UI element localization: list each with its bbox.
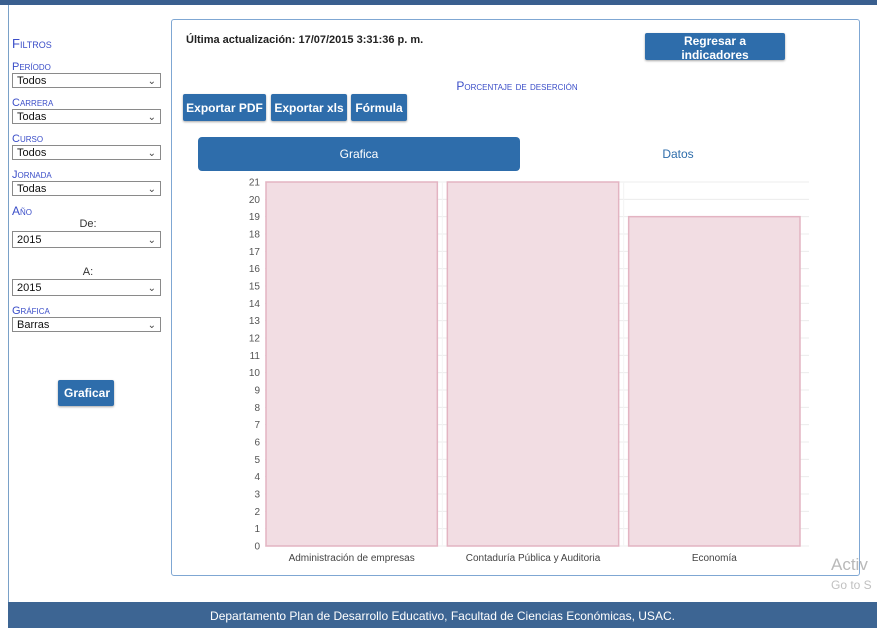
y-tick-label: 5 xyxy=(254,455,260,466)
x-tick-label: Contaduría Pública y Auditoria xyxy=(466,553,601,564)
filters-sidebar: Filtros Período Todos ⌄ Carrera Todas ⌄ … xyxy=(12,36,164,336)
anio-from-label: De: xyxy=(79,218,97,230)
anio-to-select[interactable]: 2015 ⌄ xyxy=(12,279,161,296)
y-tick-label: 7 xyxy=(254,420,260,431)
periodo-value: Todos xyxy=(17,75,47,87)
carrera-label: Carrera xyxy=(12,97,54,109)
graficar-button[interactable]: Graficar xyxy=(58,380,114,406)
chevron-down-icon: ⌄ xyxy=(147,235,156,246)
chevron-down-icon: ⌄ xyxy=(147,184,156,195)
x-tick-label: Economía xyxy=(692,553,737,564)
filters-title: Filtros xyxy=(12,36,52,51)
chart-x-tick-labels: Administración de empresas Contaduría Púb… xyxy=(289,553,738,564)
y-tick-label: 15 xyxy=(249,282,261,293)
chevron-down-icon: ⌄ xyxy=(147,112,156,123)
curso-label: Curso xyxy=(12,133,44,145)
y-tick-label: 4 xyxy=(254,472,260,483)
anio-to-label: A: xyxy=(82,266,94,278)
curso-select[interactable]: Todos ⌄ xyxy=(12,145,161,160)
chevron-down-icon: ⌄ xyxy=(147,320,156,331)
anio-label: Año xyxy=(12,204,33,218)
y-tick-label: 10 xyxy=(249,368,261,379)
y-tick-label: 18 xyxy=(249,230,261,241)
bar xyxy=(446,181,620,547)
anio-to-value: 2015 xyxy=(17,282,42,294)
bar-chart: 0123456789101112131415161718192021 Admin… xyxy=(249,178,809,564)
y-tick-label: 1 xyxy=(254,524,260,535)
chevron-down-icon: ⌄ xyxy=(147,76,156,87)
chevron-down-icon: ⌄ xyxy=(147,148,156,159)
anio-from-select[interactable]: 2015 ⌄ xyxy=(12,231,161,248)
anio-from-value: 2015 xyxy=(17,234,42,246)
grafica-label: Gráfica xyxy=(12,305,50,317)
top-border xyxy=(0,0,877,5)
y-tick-label: 16 xyxy=(249,264,261,275)
y-tick-label: 13 xyxy=(249,316,261,327)
main-panel: Última actualización: 17/07/2015 3:31:36… xyxy=(171,19,860,576)
grafica-value: Barras xyxy=(17,319,50,331)
activation-watermark: Activ xyxy=(831,555,868,574)
bar xyxy=(627,215,801,547)
carrera-select[interactable]: Todas ⌄ xyxy=(12,109,161,124)
y-tick-label: 11 xyxy=(250,351,261,362)
grafica-select[interactable]: Barras ⌄ xyxy=(12,317,161,332)
y-tick-label: 3 xyxy=(254,490,260,501)
footer: Departamento Plan de Desarrollo Educativ… xyxy=(8,602,877,628)
left-border xyxy=(0,5,9,602)
y-tick-label: 9 xyxy=(254,386,260,397)
y-tick-label: 0 xyxy=(254,542,260,553)
periodo-label: Período xyxy=(12,61,51,73)
curso-value: Todos xyxy=(17,147,47,159)
carrera-value: Todas xyxy=(17,111,47,123)
jornada-value: Todas xyxy=(17,183,47,195)
y-tick-label: 2 xyxy=(254,507,260,518)
jornada-select[interactable]: Todas ⌄ xyxy=(12,181,161,196)
activation-watermark-sub: Go to S xyxy=(831,578,872,592)
y-tick-label: 19 xyxy=(249,212,261,223)
y-tick-label: 12 xyxy=(249,334,261,345)
y-tick-label: 21 xyxy=(249,178,261,189)
x-tick-label: Administración de empresas xyxy=(289,553,415,564)
bar xyxy=(265,181,439,547)
jornada-label: Jornada xyxy=(12,169,52,181)
y-tick-label: 17 xyxy=(249,247,261,258)
y-tick-label: 20 xyxy=(249,195,261,206)
periodo-select[interactable]: Todos ⌄ xyxy=(12,73,161,88)
y-tick-label: 8 xyxy=(254,403,260,414)
y-tick-label: 6 xyxy=(254,438,260,449)
chart-bars xyxy=(265,181,801,547)
chevron-down-icon: ⌄ xyxy=(147,283,156,294)
y-tick-label: 14 xyxy=(249,299,261,310)
chart-y-tick-labels: 0123456789101112131415161718192021 xyxy=(249,178,261,553)
